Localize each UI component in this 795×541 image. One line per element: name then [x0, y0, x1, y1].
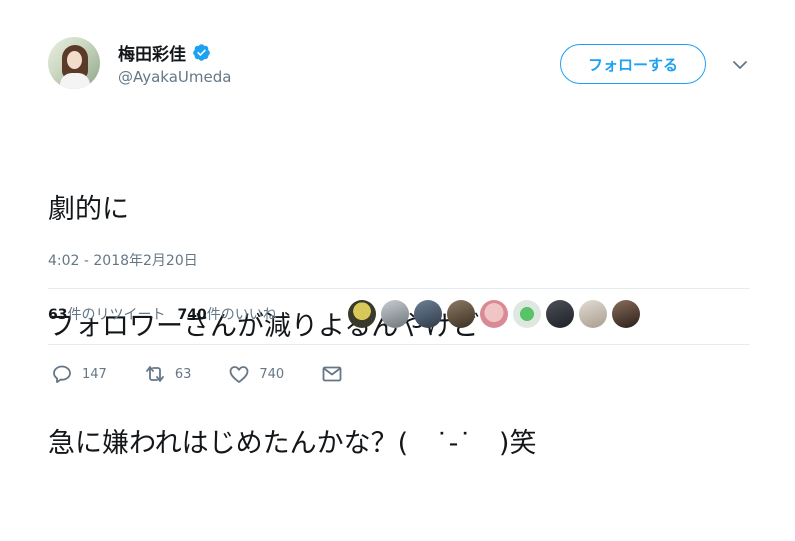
liker-avatars	[348, 300, 640, 328]
liker-avatar[interactable]	[513, 300, 541, 328]
likes-count: 740	[177, 307, 207, 323]
reply-button[interactable]: 147	[50, 362, 107, 386]
liker-avatar[interactable]	[447, 300, 475, 328]
liker-avatar[interactable]	[612, 300, 640, 328]
retweets-stat[interactable]: 63件のリツイート	[48, 304, 165, 324]
divider	[48, 288, 750, 289]
liker-avatar[interactable]	[480, 300, 508, 328]
chevron-down-icon[interactable]	[731, 56, 749, 74]
display-name[interactable]: 梅田彩佳	[118, 40, 186, 65]
follow-button[interactable]: フォローする	[560, 44, 706, 84]
like-count: 740	[259, 366, 285, 382]
direct-message-icon	[322, 366, 342, 382]
verified-badge-icon	[193, 44, 210, 61]
likes-label: 件のいいね	[206, 307, 277, 323]
divider	[48, 344, 750, 345]
retweets-label: 件のリツイート	[67, 307, 166, 323]
engagement-stats: 63件のリツイート 740件のいいね	[48, 304, 277, 324]
reply-count: 147	[82, 366, 107, 382]
direct-message-button[interactable]	[320, 362, 344, 386]
avatar[interactable]	[48, 37, 100, 89]
likes-stat[interactable]: 740件のいいね	[177, 304, 276, 324]
display-name-row[interactable]: 梅田彩佳	[118, 40, 211, 65]
user-handle[interactable]: @AyakaUmeda	[118, 68, 231, 86]
retweet-count: 63	[174, 366, 192, 382]
liker-avatar[interactable]	[348, 300, 376, 328]
retweet-button[interactable]: 63	[143, 362, 192, 386]
tweet-text-line: 劇的に	[48, 194, 129, 225]
liker-avatar[interactable]	[546, 300, 574, 328]
liker-avatar[interactable]	[579, 300, 607, 328]
tweet-text-line: 急に嫌われはじめたんかな？( ˙-˙ )笑	[48, 428, 537, 459]
tweet-actions: 147 63 740	[50, 362, 380, 386]
like-icon	[229, 366, 249, 383]
liker-avatar[interactable]	[414, 300, 442, 328]
reply-icon	[53, 365, 71, 383]
retweet-icon	[145, 366, 164, 382]
tweet-timestamp[interactable]: 4:02 - 2018年2月20日	[48, 250, 198, 270]
liker-avatar[interactable]	[381, 300, 409, 328]
retweets-count: 63	[48, 307, 68, 323]
like-button[interactable]: 740	[227, 362, 284, 386]
